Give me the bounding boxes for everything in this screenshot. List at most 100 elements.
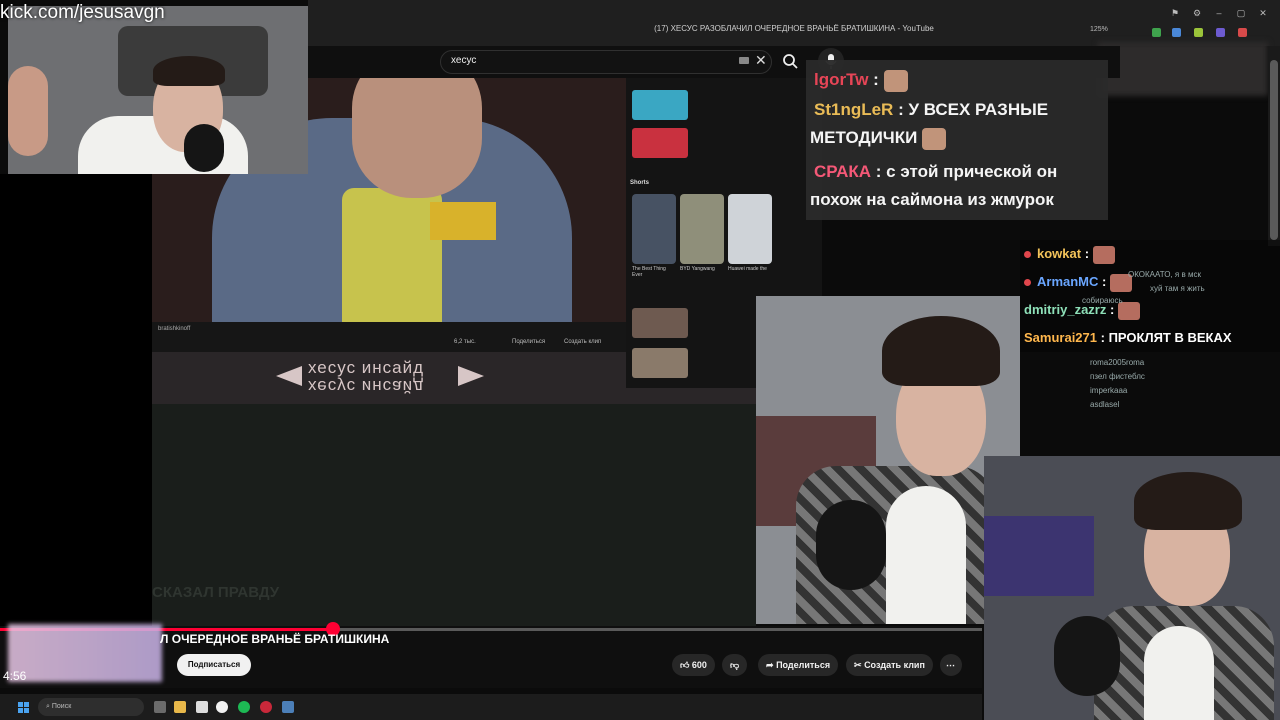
minimize-icon[interactable]: – bbox=[1214, 8, 1224, 18]
chat-username: kowkat bbox=[1037, 246, 1082, 261]
extension-icon[interactable] bbox=[1216, 28, 1225, 37]
like-count: 600 bbox=[691, 660, 707, 670]
video-person-face bbox=[352, 78, 482, 198]
search-icon bbox=[783, 54, 798, 69]
like-button[interactable]: 👍︎ 600 bbox=[672, 654, 715, 676]
chat-message: похож на саймона из жмурок bbox=[810, 186, 1054, 214]
search-input[interactable]: хесус ✕ bbox=[440, 50, 772, 74]
short-card[interactable] bbox=[632, 194, 676, 264]
related-thumbnail[interactable] bbox=[632, 90, 688, 120]
taskbar-search[interactable]: ⌕ Поиск bbox=[38, 698, 144, 716]
chat-username: Samurai271 bbox=[1024, 330, 1097, 345]
time-code: 4:56 bbox=[3, 669, 27, 683]
badge-icon bbox=[1024, 279, 1031, 287]
short-card[interactable] bbox=[728, 194, 772, 264]
more-icon: ⋯ bbox=[946, 660, 955, 670]
search-query[interactable]: хесус bbox=[451, 55, 476, 66]
close-icon[interactable]: ✕ bbox=[1258, 8, 1268, 18]
chat-faint-line: roma2005roma bbox=[1090, 358, 1145, 367]
microphone bbox=[816, 500, 886, 590]
chat-history: roma2005roma пзел фистеблс imperkaaa asd… bbox=[1020, 356, 1280, 412]
keyboard-icon[interactable] bbox=[739, 57, 749, 64]
scroll-thumb[interactable] bbox=[1270, 60, 1278, 240]
browser-titlebar: (17) ХЕСУС РАЗОБЛАЧИЛ ОЧЕРЕДНОЕ ВРАНЬЁ Б… bbox=[308, 0, 1280, 46]
chat-faint-line: хуй там я жить bbox=[1150, 284, 1205, 293]
steam-icon[interactable] bbox=[282, 701, 294, 713]
chat-faint-line: пзел фистеблс bbox=[1090, 372, 1145, 381]
zoom-level[interactable]: 125% bbox=[1090, 26, 1108, 33]
chat-text: У ВСЕХ РАЗНЫЕ bbox=[908, 100, 1049, 119]
chat-username: СРАКА bbox=[814, 162, 872, 181]
microphone bbox=[184, 124, 224, 172]
chat-faint-line: ОКОКААТО, я в мск bbox=[1128, 270, 1201, 279]
clip-label: Создать клип bbox=[864, 660, 925, 670]
scissors-icon: ✂ bbox=[854, 660, 862, 670]
yandex-browser-icon[interactable] bbox=[216, 701, 228, 713]
like-small[interactable]: 6,2 тыс. bbox=[454, 339, 476, 345]
jacket-badge bbox=[430, 202, 496, 240]
background-clothes bbox=[984, 516, 1094, 596]
webcam-main bbox=[756, 296, 1020, 624]
emote-icon bbox=[922, 127, 947, 150]
share-label: Поделиться bbox=[776, 660, 831, 670]
badge-icon bbox=[1024, 251, 1031, 259]
banner-text: хесус инсайд bbox=[308, 358, 425, 377]
windows-start-icon[interactable] bbox=[18, 701, 30, 713]
related-thumbnail[interactable] bbox=[632, 348, 688, 378]
more-button[interactable]: ⋯ bbox=[940, 654, 962, 676]
left-panel bbox=[0, 174, 152, 626]
thumbs-up-icon: 👍︎ bbox=[680, 660, 690, 670]
chat-username: St1ngLeR bbox=[814, 100, 894, 119]
emote-icon bbox=[1093, 245, 1116, 264]
chat-message: St1ngLeR : У ВСЕХ РАЗНЫЕ bbox=[814, 100, 1049, 119]
person-hair bbox=[153, 56, 225, 86]
channel-name[interactable]: bratishkinoff bbox=[158, 326, 190, 332]
bookmark-icon[interactable]: ⚑ bbox=[1170, 8, 1180, 18]
extension-icon[interactable] bbox=[1194, 28, 1203, 37]
dislike-button[interactable]: 👎︎ bbox=[722, 654, 748, 676]
extension-icon[interactable] bbox=[1172, 28, 1181, 37]
short-title[interactable]: Huawei made the bbox=[728, 266, 772, 272]
emote-icon bbox=[883, 69, 908, 92]
stream-url: kick.com/jesusavgn bbox=[0, 2, 165, 23]
short-title[interactable]: The Best Thing Ever bbox=[632, 266, 676, 278]
person-tee bbox=[1144, 626, 1214, 720]
chat-username: ArmanMC bbox=[1037, 274, 1099, 289]
short-card[interactable] bbox=[680, 194, 724, 264]
settings-icon[interactable]: ⚙ bbox=[1192, 8, 1202, 18]
person-hair bbox=[882, 316, 1000, 386]
page-content: СКАЗАЛ ПРАВДУ bbox=[152, 404, 756, 626]
clear-icon[interactable]: ✕ bbox=[755, 52, 767, 69]
blurred-overlay bbox=[8, 624, 162, 682]
folder-icon[interactable] bbox=[174, 701, 186, 713]
clip-button[interactable]: ✂ Создать клип bbox=[846, 654, 933, 676]
chat-message: Samurai271 : ПРОКЛЯТ В ВЕКАХ bbox=[1020, 324, 1280, 352]
chat-text: похож на саймона из жмурок bbox=[810, 190, 1054, 209]
clip-small[interactable]: Создать клип bbox=[564, 339, 601, 345]
subscribe-button[interactable]: Подписаться bbox=[177, 654, 251, 676]
spotify-icon[interactable] bbox=[238, 701, 250, 713]
maximize-icon[interactable]: ▢ bbox=[1236, 8, 1246, 18]
person-hand bbox=[8, 66, 48, 156]
task-view-icon[interactable] bbox=[154, 701, 166, 713]
chat-faint-line: asdlasel bbox=[1090, 400, 1120, 409]
extension-icon[interactable] bbox=[1238, 28, 1247, 37]
chat-text: ПРОКЛЯТ В ВЕКАХ bbox=[1108, 330, 1232, 345]
faded-text: СКАЗАЛ ПРАВДУ bbox=[152, 584, 280, 601]
webcam-overlay bbox=[8, 6, 308, 174]
webcam-secondary bbox=[984, 456, 1280, 720]
store-icon[interactable] bbox=[196, 701, 208, 713]
chat-message: kowkat : bbox=[1020, 240, 1280, 268]
related-thumbnail[interactable] bbox=[632, 128, 688, 158]
chat-username: lgorTw bbox=[814, 70, 869, 89]
telegram-icon bbox=[276, 366, 302, 386]
extension-icon[interactable] bbox=[1152, 28, 1161, 37]
chat-faint-line: собираюсь bbox=[1082, 296, 1123, 305]
related-thumbnail[interactable] bbox=[632, 308, 688, 338]
short-title[interactable]: BYD Yangwang bbox=[680, 266, 724, 272]
share-small[interactable]: Поделиться bbox=[512, 339, 545, 345]
app-icon[interactable] bbox=[260, 701, 272, 713]
search-button[interactable] bbox=[776, 50, 804, 72]
person-tee bbox=[886, 486, 966, 624]
share-button[interactable]: ➦ Поделиться bbox=[758, 654, 839, 676]
